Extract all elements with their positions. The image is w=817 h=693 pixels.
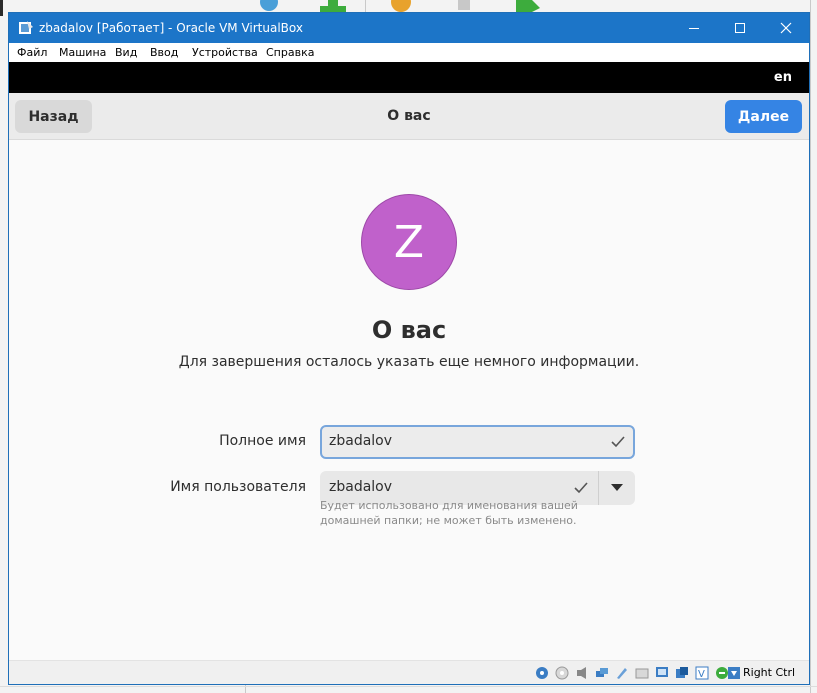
video-capture-icon[interactable] <box>675 666 689 680</box>
menu-devices[interactable]: Устройства <box>192 46 258 59</box>
full-name-value: zbadalov <box>329 433 393 449</box>
toolbar-divider <box>365 0 366 12</box>
chevron-down-icon[interactable] <box>611 484 623 492</box>
page-subtitle: Для завершения осталось указать еще немн… <box>178 354 640 370</box>
usb-icon[interactable] <box>615 666 629 680</box>
username-label: Имя пользователя <box>170 479 306 495</box>
menu-help[interactable]: Справка <box>266 46 314 59</box>
maximize-button[interactable] <box>717 13 763 43</box>
menu-view[interactable]: Вид <box>115 46 137 59</box>
menu-input[interactable]: Ввод <box>150 46 178 59</box>
minimize-icon <box>689 28 699 29</box>
start-arrow-icon <box>516 0 540 12</box>
host-key-label: Right Ctrl <box>743 666 796 679</box>
desktop-edge <box>0 0 3 16</box>
window-title: zbadalov [Работает] - Oracle VM VirtualB… <box>39 21 303 35</box>
checkmark-icon <box>611 436 625 448</box>
display-icon[interactable] <box>655 666 669 680</box>
desktop-divider <box>810 0 811 693</box>
maximize-icon <box>735 23 745 33</box>
menu-file[interactable]: Файл <box>17 46 47 59</box>
new-machine-icon <box>320 0 346 12</box>
audio-icon[interactable] <box>575 666 589 680</box>
status-bar: V Right Ctrl <box>9 660 809 684</box>
svg-text:V: V <box>698 669 705 680</box>
minimize-button[interactable] <box>671 13 717 43</box>
guest-top-bar: en <box>9 62 809 93</box>
menu-machine[interactable]: Машина <box>59 46 106 59</box>
discard-icon <box>458 0 470 10</box>
full-name-field[interactable]: zbadalov <box>320 425 635 459</box>
page-heading: О вас <box>371 316 447 344</box>
full-name-label: Полное имя <box>219 433 306 449</box>
next-button[interactable]: Далее <box>725 100 802 133</box>
settings-gear-icon <box>260 0 278 11</box>
title-bar: zbadalov [Работает] - Oracle VM VirtualB… <box>9 13 809 43</box>
close-button[interactable] <box>763 13 809 43</box>
desktop-divider <box>0 686 817 687</box>
hard-disk-icon[interactable] <box>535 666 549 680</box>
optical-drive-icon[interactable] <box>555 666 569 680</box>
settings-icon <box>391 0 411 12</box>
virtualbox-window: zbadalov [Работает] - Oracle VM VirtualB… <box>8 12 810 685</box>
shared-folders-icon[interactable] <box>635 666 649 680</box>
username-hint: Будет использовано для именования вашей … <box>320 499 578 527</box>
avatar[interactable]: Z <box>361 194 457 290</box>
setup-header-bar: Назад О вас Далее <box>9 93 809 140</box>
menu-bar: Файл Машина Вид Ввод Устройства Справка <box>9 43 809 62</box>
virtualization-icon[interactable]: V <box>695 666 709 680</box>
setup-content: Z О вас Для завершения осталось указать … <box>9 140 809 660</box>
close-icon <box>780 22 792 34</box>
network-icon[interactable] <box>595 666 609 680</box>
username-value: zbadalov <box>329 479 393 495</box>
header-title: О вас <box>387 108 431 124</box>
virtualbox-logo-icon <box>19 21 33 34</box>
keyboard-layout-indicator[interactable]: en <box>774 70 792 85</box>
keyboard-capture-icon[interactable] <box>727 666 741 680</box>
checkmark-icon <box>574 482 588 494</box>
